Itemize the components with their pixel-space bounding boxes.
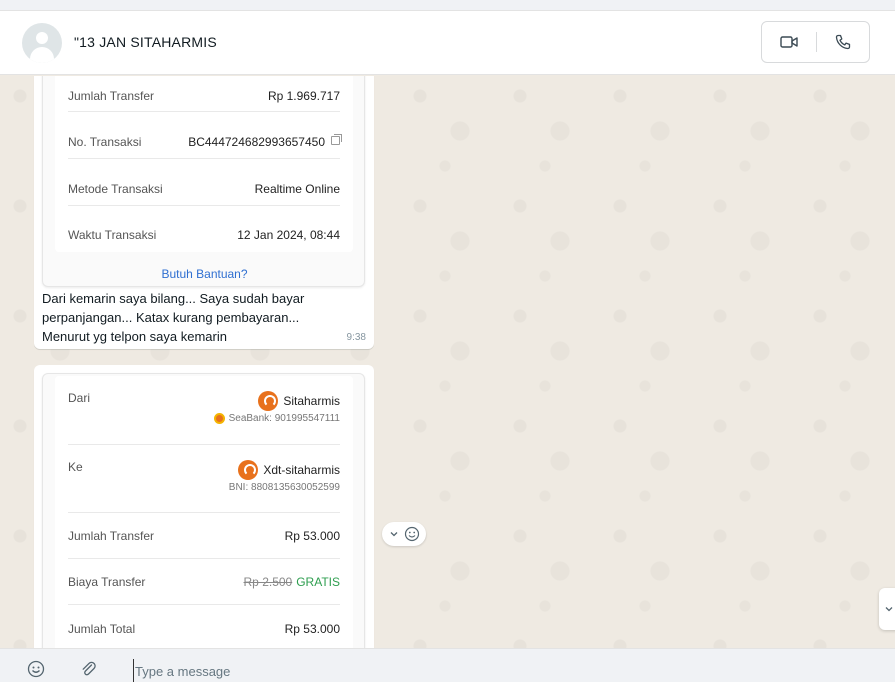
receipt-value: Rp 1.969.717 (267, 89, 340, 103)
receipt-card-2: Dari Sitaharmis SeaBank: 901995547111 Ke (55, 376, 353, 648)
voice-call-button[interactable] (816, 22, 870, 62)
receipt-value: Rp 53.000 (284, 622, 340, 636)
avatar-head-shape (36, 32, 48, 44)
smiley-icon[interactable] (404, 526, 420, 542)
receipt-value: BC444724682993657450 (188, 135, 325, 149)
divider (68, 512, 340, 513)
divider (68, 444, 340, 445)
receipt-label: Dari (68, 391, 91, 405)
message-actions (382, 522, 426, 546)
sender-account-text: SeaBank: 901995547111 (228, 413, 340, 424)
receipt-label: Jumlah Transfer (68, 529, 155, 543)
fee-original: Rp 2.500 (243, 575, 293, 589)
emoji-button[interactable] (25, 658, 47, 680)
message-bubble-2[interactable]: Dari Sitaharmis SeaBank: 901995547111 Ke (34, 365, 374, 648)
transfer-receipt-image-2[interactable]: Dari Sitaharmis SeaBank: 901995547111 Ke (42, 373, 365, 648)
receipt-label: Metode Transaksi (68, 182, 163, 196)
receipt-value: Rp 53.000 (284, 529, 340, 543)
avatar[interactable] (22, 23, 62, 63)
scroll-to-bottom-button[interactable] (879, 588, 895, 630)
emoji-icon (27, 660, 45, 678)
chat-header: "13 JAN SITAHARMIS (0, 11, 895, 75)
transfer-receipt-image-1[interactable]: Jumlah Transfer Rp 1.969.717 No. Transak… (42, 76, 365, 287)
receipt-value-wrap: BC444724682993657450 (188, 134, 342, 149)
video-call-button[interactable] (762, 22, 816, 62)
divider (68, 111, 340, 112)
receipt-label: No. Transaksi (68, 135, 142, 149)
bank-logo-icon (258, 391, 279, 411)
chat-area[interactable]: Jumlah Transfer Rp 1.969.717 No. Transak… (0, 76, 895, 648)
receipt-label: Ke (68, 460, 83, 474)
paperclip-icon (82, 661, 96, 676)
receipt-card-1: Jumlah Transfer Rp 1.969.717 No. Transak… (55, 76, 353, 252)
receipt-label: Jumlah Transfer (68, 89, 155, 103)
receipt-value: Realtime Online (254, 182, 340, 196)
recipient-name-text: Xdt-sitaharmis (263, 463, 340, 477)
phone-icon (835, 34, 851, 50)
attach-button[interactable] (77, 658, 99, 680)
window-top-strip (0, 0, 895, 11)
contact-name[interactable]: "13 JAN SITAHARMIS (74, 34, 217, 50)
copy-icon (331, 134, 342, 145)
bank-logo-icon (238, 460, 259, 480)
receipt-label: Biaya Transfer (68, 575, 146, 589)
recipient-account-text: BNI: 8808135630052599 (228, 482, 340, 493)
chevron-down-icon[interactable] (389, 529, 399, 539)
message-timestamp: 9:38 (346, 332, 366, 343)
receipt-row-to: Ke Xdt-sitaharmis BNI: 8808135630052599 (68, 460, 340, 500)
recipient-account: BNI: 8808135630052599 (229, 482, 340, 493)
receipt-value: 12 Jan 2024, 08:44 (237, 228, 340, 242)
receipt-row-from: Dari Sitaharmis SeaBank: 901995547111 (68, 391, 340, 431)
divider (68, 158, 340, 159)
recipient-name: Xdt-sitaharmis (238, 460, 340, 480)
chevron-down-icon (885, 607, 893, 612)
sender-name-text: Sitaharmis (283, 394, 340, 408)
receipt-value-wrap: Rp 2.500 GRATIS (244, 575, 340, 589)
message-composer (0, 648, 895, 682)
divider (68, 604, 340, 605)
sender-name: Sitaharmis (258, 391, 340, 411)
message-text: Dari kemarin saya bilang... Saya sudah b… (42, 291, 305, 344)
message-input[interactable] (133, 659, 733, 682)
sender-account: SeaBank: 901995547111 (213, 413, 340, 424)
video-camera-icon (780, 36, 798, 48)
receipt-label: Jumlah Total (68, 622, 136, 636)
message-bubble-1[interactable]: Jumlah Transfer Rp 1.969.717 No. Transak… (34, 76, 374, 349)
help-link: Butuh Bantuan? (161, 267, 248, 281)
receipt-label: Waktu Transaksi (68, 228, 157, 242)
avatar-body-shape (30, 47, 54, 63)
divider (68, 205, 340, 206)
fee-free: GRATIS (296, 575, 340, 589)
divider (68, 558, 340, 559)
seabank-icon (213, 413, 225, 424)
call-button-group (761, 21, 870, 63)
